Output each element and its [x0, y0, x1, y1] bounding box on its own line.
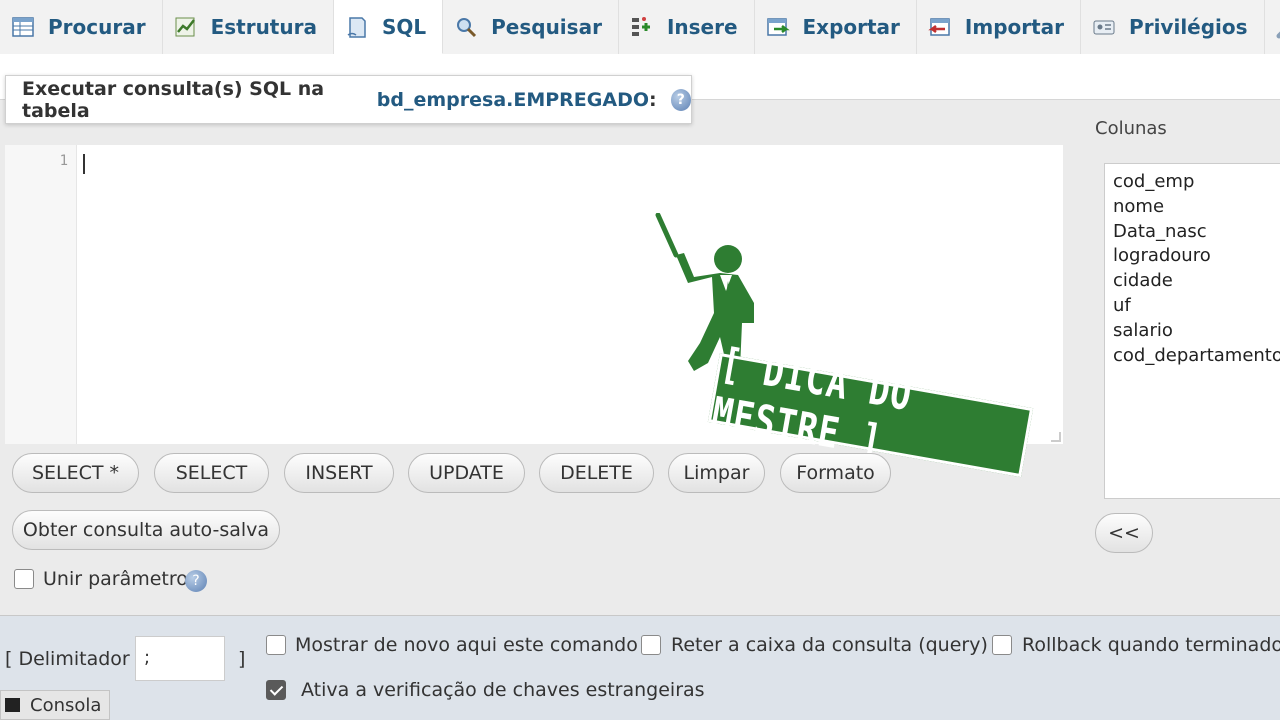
rollback-label: Rollback quando terminado	[1022, 634, 1280, 656]
delimiter-label: [ Delimitador	[5, 648, 130, 670]
delimiter-input[interactable]: ;	[135, 636, 225, 681]
tab-import[interactable]: Importar	[916, 0, 1082, 54]
tab-label: Insere	[666, 15, 738, 39]
tab-label: Importar	[964, 15, 1065, 39]
bind-parameters-label: Unir parâmetros	[43, 568, 198, 590]
column-item[interactable]: cod_emp	[1113, 170, 1280, 195]
console-icon	[5, 698, 20, 712]
update-button[interactable]: UPDATE	[408, 453, 525, 493]
import-icon	[927, 15, 953, 39]
column-item[interactable]: cidade	[1113, 269, 1280, 294]
query-title: Executar consulta(s) SQL na tabela bd_em…	[5, 75, 692, 124]
line-number: 1	[59, 153, 68, 169]
tab-export[interactable]: Exportar	[754, 0, 917, 54]
tab-label: Procurar	[48, 15, 146, 39]
table-name-link[interactable]: bd_empresa.EMPREGADO	[377, 89, 649, 111]
tab-structure[interactable]: Estrutura	[162, 0, 334, 54]
tab-sql[interactable]: SQL	[333, 0, 444, 54]
help-icon[interactable]: ?	[185, 570, 207, 592]
foreign-key-checks-label: Ativa a verificação de chaves estrangeir…	[301, 679, 705, 701]
text-caret	[83, 154, 85, 174]
console-toggle[interactable]: Consola	[0, 690, 110, 720]
tab-label: Exportar	[802, 15, 900, 39]
select-all-button[interactable]: SELECT *	[12, 453, 139, 493]
retain-query-label: Reter a caixa da consulta (query)	[671, 634, 988, 656]
column-item[interactable]: salario	[1113, 319, 1280, 344]
tab-label: Estrutura	[210, 15, 317, 39]
tab-operations[interactable]	[1264, 0, 1280, 54]
insert-button[interactable]: INSERT	[284, 453, 394, 493]
clear-button[interactable]: Limpar	[668, 453, 765, 493]
tab-label: Pesquisar	[491, 15, 602, 39]
foreign-key-checks-checkbox[interactable]	[266, 680, 286, 700]
search-icon	[453, 15, 479, 39]
sql-icon	[344, 15, 370, 39]
column-item[interactable]: Data_nasc	[1113, 220, 1280, 245]
delete-button[interactable]: DELETE	[539, 453, 654, 493]
column-item[interactable]: uf	[1113, 294, 1280, 319]
watermark: [ DICA DO MESTRE ]	[640, 205, 1050, 478]
columns-label: Colunas	[1095, 118, 1167, 139]
rollback-checkbox[interactable]	[992, 635, 1012, 655]
structure-icon	[173, 15, 199, 39]
query-title-text: Executar consulta(s) SQL na tabela	[22, 77, 325, 122]
insert-column-button[interactable]: <<	[1095, 513, 1153, 553]
column-item[interactable]: cod_departamento	[1113, 344, 1280, 369]
show-again-label: Mostrar de novo aqui este comando	[295, 634, 638, 656]
console-label: Consola	[30, 694, 102, 716]
privileges-icon	[1091, 15, 1117, 39]
wrench-icon	[1275, 15, 1280, 39]
delimiter-close: ]	[238, 648, 246, 670]
tab-privileges[interactable]: Privilégios	[1081, 0, 1265, 54]
tab-search[interactable]: Pesquisar	[443, 0, 619, 54]
tab-label: SQL	[381, 14, 427, 39]
column-item[interactable]: logradouro	[1113, 244, 1280, 269]
tab-label: Privilégios	[1129, 15, 1248, 39]
get-autosaved-query-button[interactable]: Obter consulta auto-salva	[12, 510, 280, 550]
export-icon	[765, 15, 791, 39]
tab-bar: Procurar Estrutura SQL Pesquisar Insere …	[0, 0, 1280, 54]
bind-parameters-checkbox[interactable]	[14, 569, 34, 589]
format-button[interactable]: Formato	[780, 453, 891, 493]
select-button[interactable]: SELECT	[154, 453, 269, 493]
line-gutter: 1	[5, 145, 77, 444]
retain-query-checkbox[interactable]	[641, 635, 661, 655]
table-browse-icon	[10, 15, 36, 39]
insert-icon	[629, 15, 655, 39]
tab-insert[interactable]: Insere	[618, 0, 755, 54]
resize-handle[interactable]	[1051, 432, 1061, 442]
show-again-checkbox[interactable]	[266, 635, 286, 655]
query-title-suffix: :	[649, 88, 657, 111]
help-icon[interactable]: ?	[670, 88, 691, 111]
column-item[interactable]: nome	[1113, 195, 1280, 220]
tab-browse[interactable]: Procurar	[0, 0, 163, 54]
columns-list[interactable]: cod_emp nome Data_nasc logradouro cidade…	[1104, 163, 1280, 499]
